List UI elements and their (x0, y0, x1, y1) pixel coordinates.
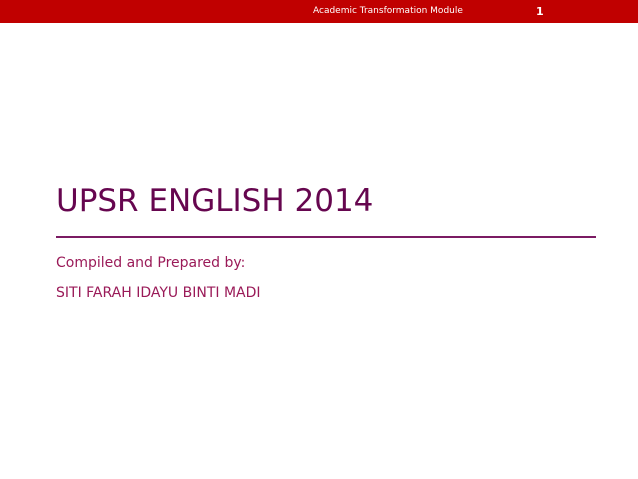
subtitle-author-name: SITI FARAH IDAYU BINTI MADI (56, 285, 261, 301)
title-divider (56, 236, 596, 238)
slide-title: UPSR ENGLISH 2014 (56, 183, 374, 219)
subtitle-compiled-by: Compiled and Prepared by: (56, 255, 246, 271)
slide-number: 1 (536, 5, 544, 18)
module-title: Academic Transformation Module (313, 6, 463, 16)
header-bar: Academic Transformation Module 1 (0, 0, 638, 23)
slide: Academic Transformation Module 1 UPSR EN… (0, 0, 638, 479)
